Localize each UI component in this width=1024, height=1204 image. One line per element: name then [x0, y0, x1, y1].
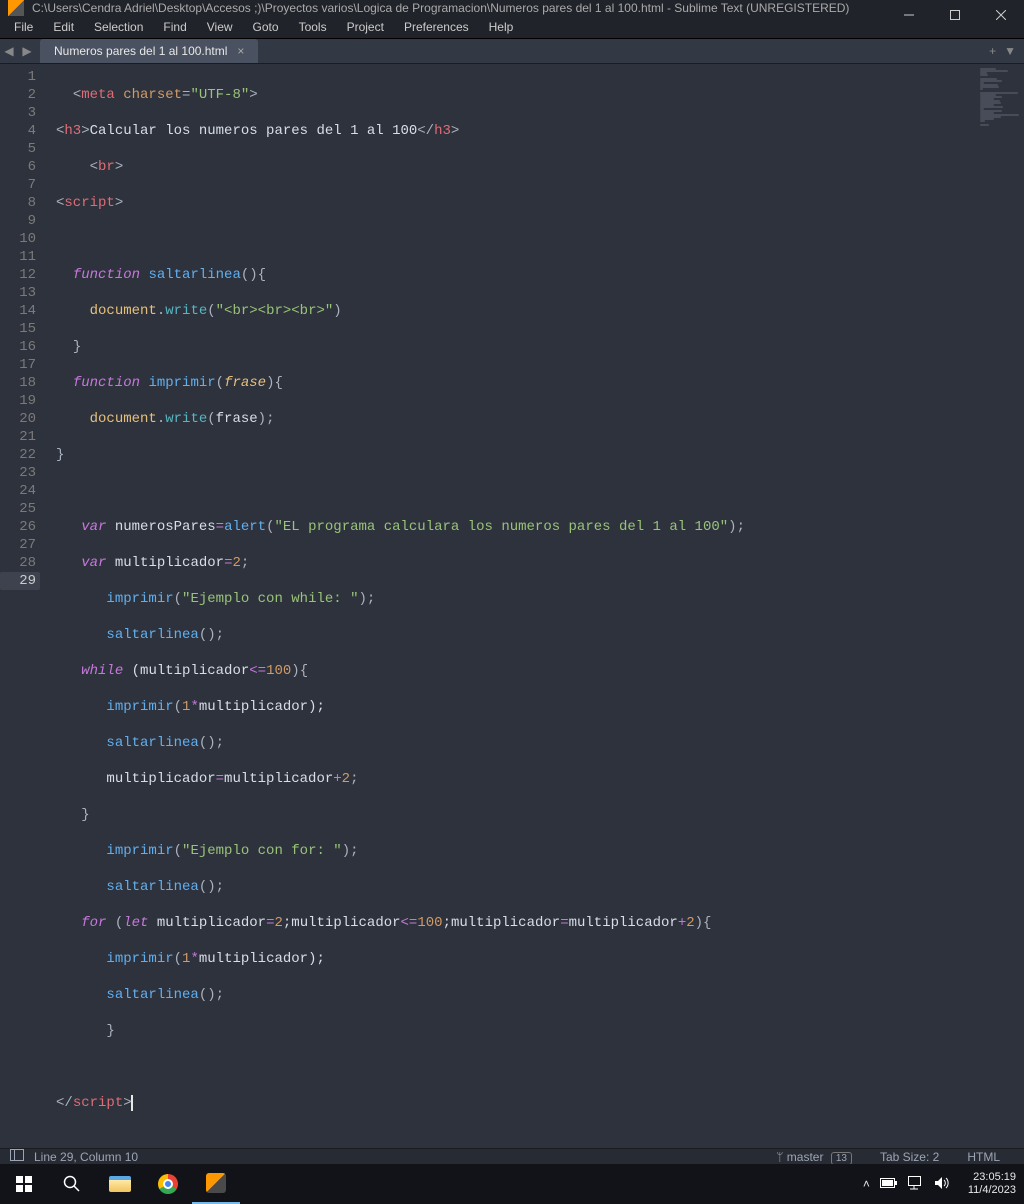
taskbar-chrome[interactable]	[144, 1164, 192, 1204]
menu-project[interactable]: Project	[337, 16, 394, 38]
menu-selection[interactable]: Selection	[84, 16, 153, 38]
cursor-position[interactable]: Line 29, Column 10	[34, 1150, 138, 1164]
menu-view[interactable]: View	[197, 16, 243, 38]
taskbar-sublime[interactable]	[192, 1164, 240, 1204]
tab-size[interactable]: Tab Size: 2	[866, 1150, 953, 1164]
start-button[interactable]	[0, 1164, 48, 1204]
branch-icon: ᛘ	[776, 1150, 783, 1164]
file-tab-label: Numeros pares del 1 al 100.html	[54, 44, 227, 58]
taskbar-file-explorer[interactable]	[96, 1164, 144, 1204]
menu-help[interactable]: Help	[479, 16, 524, 38]
taskbar-search-icon[interactable]	[48, 1164, 96, 1204]
sublime-icon	[206, 1173, 226, 1193]
app-logo-icon	[8, 0, 24, 16]
sidebar-toggle-icon[interactable]	[10, 1149, 24, 1164]
minimize-button[interactable]	[886, 0, 932, 30]
tray-battery-icon[interactable]	[880, 1177, 898, 1192]
chrome-icon	[158, 1174, 178, 1194]
window-title: C:\Users\Cendra Adriel\Desktop\Accesos ;…	[32, 1, 849, 15]
code-content[interactable]: <meta charset="UTF-8"> <h3>Calcular los …	[48, 64, 1024, 1148]
branch-name: master	[787, 1150, 824, 1164]
system-tray[interactable]: ˄	[853, 1176, 960, 1193]
tab-menu-icon[interactable]: ▼	[1004, 44, 1016, 58]
tab-close-icon[interactable]: ×	[237, 44, 244, 58]
folder-icon	[109, 1176, 131, 1192]
line-number-gutter: 12345 678910 1112131415 1617181920 21222…	[0, 64, 48, 1148]
menu-find[interactable]: Find	[153, 16, 196, 38]
close-button[interactable]	[978, 0, 1024, 30]
branch-count: 13	[831, 1152, 852, 1165]
menu-tools[interactable]: Tools	[289, 16, 337, 38]
taskbar-clock[interactable]: 23:05:19 11/4/2023	[960, 1171, 1024, 1197]
menu-goto[interactable]: Goto	[243, 16, 289, 38]
window-controls	[886, 0, 1024, 30]
tab-history-forward[interactable]: ▶	[20, 44, 34, 58]
tab-history-back[interactable]: ◀	[2, 44, 16, 58]
tray-network-icon[interactable]	[908, 1176, 924, 1193]
menu-file[interactable]: File	[4, 16, 43, 38]
new-tab-button[interactable]: +	[989, 44, 996, 58]
windows-taskbar: ˄ 23:05:19 11/4/2023	[0, 1164, 1024, 1204]
clock-date: 11/4/2023	[968, 1184, 1016, 1197]
syntax-mode[interactable]: HTML	[953, 1150, 1014, 1164]
menu-edit[interactable]: Edit	[43, 16, 84, 38]
text-cursor	[131, 1095, 133, 1111]
tray-volume-icon[interactable]	[934, 1176, 950, 1193]
git-branch[interactable]: ᛘ master 13	[762, 1150, 866, 1164]
file-tab[interactable]: Numeros pares del 1 al 100.html ×	[40, 39, 258, 63]
editor[interactable]: 12345 678910 1112131415 1617181920 21222…	[0, 64, 1024, 1148]
menu-bar: File Edit Selection Find View Goto Tools…	[0, 16, 1024, 39]
title-bar: C:\Users\Cendra Adriel\Desktop\Accesos ;…	[0, 0, 1024, 16]
tray-chevron-up-icon[interactable]: ˄	[863, 1177, 870, 1191]
clock-time: 23:05:19	[968, 1171, 1016, 1184]
tab-bar: ◀ ▶ Numeros pares del 1 al 100.html × + …	[0, 39, 1024, 64]
status-bar: Line 29, Column 10 ᛘ master 13 Tab Size:…	[0, 1148, 1024, 1164]
menu-preferences[interactable]: Preferences	[394, 16, 479, 38]
maximize-button[interactable]	[932, 0, 978, 30]
minimap[interactable]	[980, 68, 1020, 118]
